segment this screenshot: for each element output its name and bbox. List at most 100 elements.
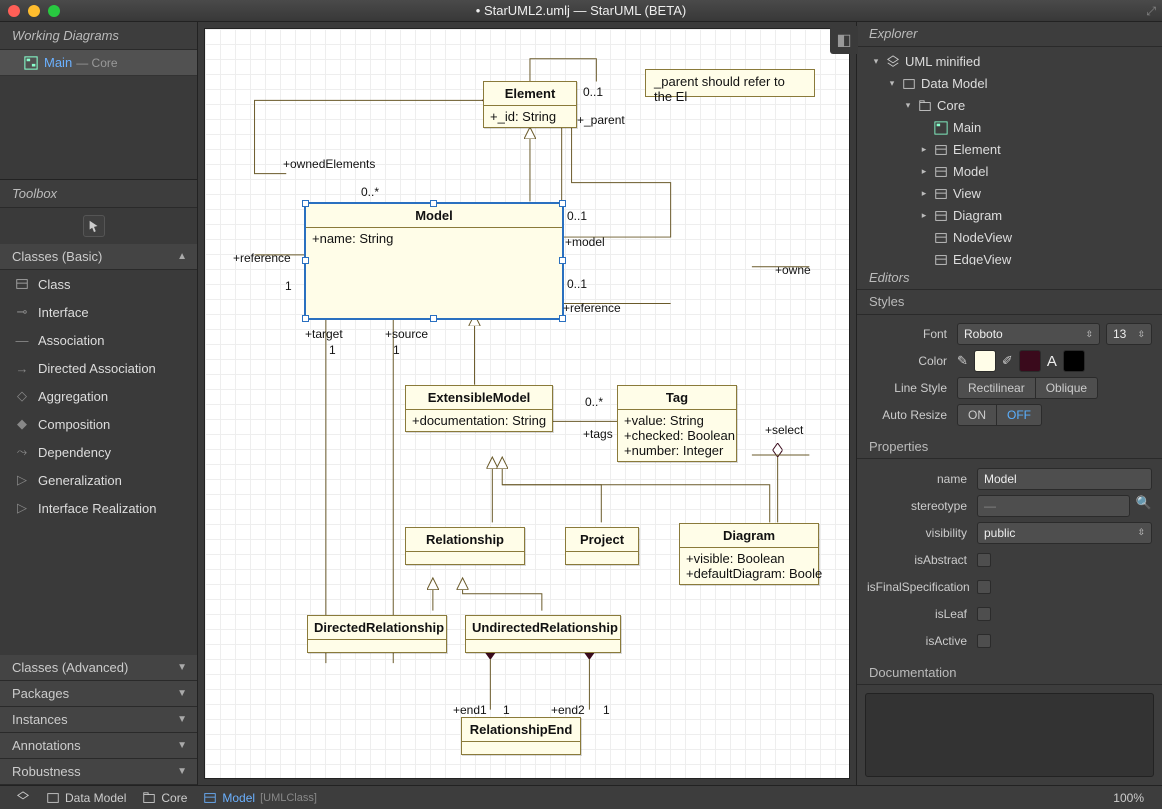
class-icon bbox=[14, 276, 30, 292]
working-diagram-item[interactable]: Main — Core bbox=[0, 50, 197, 76]
diagram-canvas[interactable]: _parent should refer to the El Element +… bbox=[204, 28, 850, 779]
conn-label: +reference bbox=[563, 301, 621, 315]
uml-note[interactable]: _parent should refer to the El bbox=[645, 69, 815, 97]
tool-dependency[interactable]: ⤳Dependency bbox=[0, 438, 197, 466]
uml-class-undirected-relationship[interactable]: UndirectedRelationship bbox=[465, 615, 621, 653]
auto-resize-off[interactable]: OFF bbox=[997, 404, 1042, 426]
prop-name-input[interactable]: Model bbox=[977, 468, 1152, 490]
prop-isleaf-checkbox[interactable] bbox=[977, 607, 991, 621]
chevron-down-icon: ▼ bbox=[177, 766, 187, 777]
font-label: Font bbox=[867, 327, 957, 341]
tool-interface-realization[interactable]: ▷Interface Realization bbox=[0, 494, 197, 522]
prop-isfinal-checkbox[interactable] bbox=[977, 580, 991, 594]
class-icon bbox=[934, 187, 948, 201]
explorer-header: Explorer bbox=[857, 22, 1162, 47]
conn-label: 1 bbox=[603, 703, 610, 717]
eyedropper-icon[interactable]: ✎ bbox=[957, 353, 968, 369]
breadcrumb-core[interactable]: Core bbox=[134, 791, 195, 805]
project-icon bbox=[16, 791, 30, 805]
zoom-level[interactable]: 100% bbox=[1113, 791, 1154, 805]
uml-class-model[interactable]: Model +name: String bbox=[305, 203, 563, 319]
chevron-down-icon: ▼ bbox=[177, 740, 187, 751]
uml-class-relationship-end[interactable]: RelationshipEnd bbox=[461, 717, 581, 755]
class-icon bbox=[934, 165, 948, 179]
breadcrumb-data-model[interactable]: Data Model bbox=[38, 791, 134, 805]
uml-class-diagram[interactable]: Diagram +visible: Boolean +defaultDiagra… bbox=[679, 523, 819, 585]
breadcrumb-model[interactable]: Model[UMLClass] bbox=[195, 791, 325, 805]
text-color-swatch[interactable] bbox=[1063, 350, 1085, 372]
line-style-rectilinear[interactable]: Rectilinear bbox=[957, 377, 1036, 399]
conn-label: +select bbox=[765, 423, 803, 437]
properties-header: Properties bbox=[857, 435, 1162, 460]
tool-generalization[interactable]: ▷Generalization bbox=[0, 466, 197, 494]
prop-stereotype-label: stereotype bbox=[867, 499, 977, 513]
explorer-tree[interactable]: ▾UML minified ▾Data Model ▾Core Main ▸El… bbox=[857, 47, 1162, 266]
prop-isabstract-label: isAbstract bbox=[867, 553, 977, 567]
uml-class-relationship[interactable]: Relationship bbox=[405, 527, 525, 565]
conn-label: +ownedElements bbox=[283, 157, 375, 171]
toolbox-section-classes-advanced[interactable]: Classes (Advanced)▼ bbox=[0, 655, 197, 681]
uml-class-extensible-model[interactable]: ExtensibleModel +documentation: String bbox=[405, 385, 553, 432]
toolbox-section-packages[interactable]: Packages▼ bbox=[0, 681, 197, 707]
minimap-toggle[interactable]: ◧ bbox=[830, 26, 858, 54]
conn-label: +owne bbox=[775, 263, 811, 277]
tool-directed-association[interactable]: →Directed Association bbox=[0, 354, 197, 382]
diagram-icon bbox=[934, 121, 948, 135]
working-diagram-name: Main bbox=[44, 55, 72, 70]
toolbox-section-classes-basic[interactable]: Classes (Basic) ▲ bbox=[0, 244, 197, 270]
prop-isleaf-label: isLeaf bbox=[867, 607, 977, 621]
auto-resize-label: Auto Resize bbox=[867, 408, 957, 422]
fullscreen-icon[interactable]: ⤢ bbox=[1146, 4, 1156, 19]
working-diagrams-header: Working Diagrams bbox=[0, 22, 197, 50]
uml-class-element[interactable]: Element +_id: String bbox=[483, 81, 577, 128]
prop-visibility-select[interactable]: public⇳ bbox=[977, 522, 1152, 544]
tool-association[interactable]: —Association bbox=[0, 326, 197, 354]
toolbox-section-annotations[interactable]: Annotations▼ bbox=[0, 733, 197, 759]
pencil-icon[interactable]: ✐ bbox=[1002, 353, 1013, 369]
breadcrumb-type: [UMLClass] bbox=[260, 792, 317, 804]
tool-class[interactable]: Class bbox=[0, 270, 197, 298]
font-family-select[interactable]: Roboto⇳ bbox=[957, 323, 1100, 345]
line-style-oblique[interactable]: Oblique bbox=[1036, 377, 1098, 399]
editors-header: Editors bbox=[857, 265, 1162, 290]
chevron-up-icon: ▲ bbox=[177, 251, 187, 262]
chevron-down-icon: ▼ bbox=[177, 662, 187, 673]
uml-class-tag[interactable]: Tag +value: String +checked: Boolean +nu… bbox=[617, 385, 737, 462]
conn-label: +source bbox=[385, 327, 428, 341]
prop-stereotype-input[interactable]: — bbox=[977, 495, 1130, 517]
line-color-swatch[interactable] bbox=[1019, 350, 1041, 372]
conn-label: 1 bbox=[329, 343, 336, 357]
selection-tool[interactable] bbox=[83, 215, 105, 237]
conn-label: 0..1 bbox=[567, 209, 587, 223]
toolbox-section-instances[interactable]: Instances▼ bbox=[0, 707, 197, 733]
prop-isabstract-checkbox[interactable] bbox=[977, 553, 991, 567]
prop-isactive-checkbox[interactable] bbox=[977, 634, 991, 648]
toolbox-section-robustness[interactable]: Robustness▼ bbox=[0, 759, 197, 785]
documentation-textarea[interactable] bbox=[865, 693, 1154, 777]
chevron-updown-icon: ⇳ bbox=[1137, 330, 1145, 339]
font-size-select[interactable]: 13⇳ bbox=[1106, 323, 1152, 345]
auto-resize-on[interactable]: ON bbox=[957, 404, 997, 426]
model-icon bbox=[902, 77, 916, 91]
project-icon bbox=[886, 55, 900, 69]
prop-isactive-label: isActive bbox=[867, 634, 977, 648]
tool-composition[interactable]: ◆Composition bbox=[0, 410, 197, 438]
tool-interface[interactable]: ⊸Interface bbox=[0, 298, 197, 326]
prop-name-label: name bbox=[867, 472, 977, 486]
tool-aggregation[interactable]: ◇Aggregation bbox=[0, 382, 197, 410]
aggregation-icon: ◇ bbox=[14, 388, 30, 404]
chevron-updown-icon: ⇳ bbox=[1085, 330, 1093, 339]
class-icon bbox=[203, 791, 217, 805]
uml-class-project[interactable]: Project bbox=[565, 527, 639, 565]
breadcrumb-root[interactable] bbox=[8, 791, 38, 805]
directed-association-icon: → bbox=[14, 360, 30, 376]
generalization-icon: ▷ bbox=[14, 472, 30, 488]
uml-class-directed-relationship[interactable]: DirectedRelationship bbox=[307, 615, 447, 653]
prop-visibility-label: visibility bbox=[867, 526, 977, 540]
documentation-header: Documentation bbox=[857, 660, 1162, 685]
conn-label: 1 bbox=[285, 279, 292, 293]
fill-color-swatch[interactable] bbox=[974, 350, 996, 372]
search-icon[interactable]: 🔍 bbox=[1136, 495, 1152, 517]
conn-label: 0..1 bbox=[567, 277, 587, 291]
class-icon bbox=[934, 143, 948, 157]
